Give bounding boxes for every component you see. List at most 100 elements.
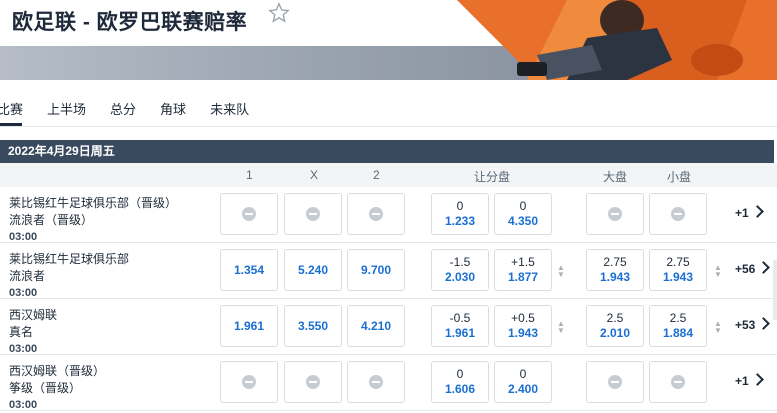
handicap-away-button[interactable]: +1.5 1.877 <box>494 249 552 291</box>
odds-value: 2.030 <box>444 270 476 284</box>
line-value: 0 <box>456 199 464 213</box>
tab-match[interactable]: 比赛 <box>0 99 23 118</box>
scrollbar[interactable] <box>773 260 777 320</box>
line-value: 0 <box>519 199 527 213</box>
more-markets-count: +53 <box>735 318 756 332</box>
odds-away-button[interactable]: 9.700 <box>347 249 405 291</box>
line-value: 2.75 <box>666 255 690 269</box>
col-header-over: 大盘 <box>603 170 628 184</box>
handicap-away-button[interactable]: 0 2.400 <box>494 361 552 403</box>
suspended-icon <box>306 207 320 221</box>
tabs-divider <box>0 126 777 127</box>
chevron-right-icon <box>750 205 764 218</box>
kickoff-time: 03:00 <box>9 343 38 355</box>
match-row: 莱比锡红牛足球俱乐部 流浪者 03:00 1.354 5.240 9.700 -1.… <box>0 243 777 299</box>
odds-value: 1.961 <box>444 326 476 340</box>
col-header-draw: X <box>310 168 319 182</box>
date-header: 2022年4月29日周五 <box>0 140 774 163</box>
odds-value: 1.354 <box>233 262 265 277</box>
odds-home-button[interactable]: 1.354 <box>220 249 278 291</box>
odds-draw-button[interactable]: 5.240 <box>284 249 342 291</box>
tab-corners[interactable]: 角球 <box>160 99 186 118</box>
handicap-home-button[interactable]: 0 1.606 <box>431 361 489 403</box>
home-team-name: 西汉姆联（晋级） <box>9 364 106 378</box>
odds-value: 2.010 <box>599 326 631 340</box>
tab-first-half[interactable]: 上半场 <box>47 99 86 118</box>
line-value: 0 <box>456 367 464 381</box>
odds-value: 1.884 <box>662 326 694 340</box>
suspended-icon <box>369 375 383 389</box>
odds-away-button-locked <box>347 361 405 403</box>
suspended-icon <box>306 375 320 389</box>
line-switch-icon[interactable]: ▲ ▼ <box>714 320 722 335</box>
chevron-right-icon <box>757 261 771 274</box>
odds-value: 1.943 <box>507 326 539 340</box>
more-markets-link[interactable]: +56 <box>735 261 771 276</box>
more-markets-count: +1 <box>735 206 749 220</box>
odds-draw-button-locked <box>284 193 342 235</box>
suspended-icon <box>369 207 383 221</box>
home-team-name: 莱比锡红牛足球俱乐部 <box>9 252 130 266</box>
odds-home-button[interactable]: 1.961 <box>220 305 278 347</box>
odds-home-button-locked <box>220 193 278 235</box>
odds-away-button[interactable]: 4.210 <box>347 305 405 347</box>
line-switch-icon[interactable]: ▲ ▼ <box>714 264 722 279</box>
suspended-icon <box>242 207 256 221</box>
odds-value: 1.233 <box>444 214 476 228</box>
handicap-away-button[interactable]: 0 4.350 <box>494 193 552 235</box>
under-button[interactable]: 2.5 1.884 <box>649 305 707 347</box>
over-button-locked <box>586 193 644 235</box>
handicap-away-button[interactable]: +0.5 1.943 <box>494 305 552 347</box>
odds-value: 9.700 <box>360 262 392 277</box>
under-button-locked <box>649 193 707 235</box>
player-banner-image <box>457 0 777 80</box>
line-value: 2.5 <box>606 311 624 325</box>
match-row: 莱比锡红牛足球俱乐部（晋级） 流浪者（晋级） 03:00 0 1.233 0 4.3… <box>0 187 777 243</box>
odds-value: 5.240 <box>297 262 329 277</box>
col-header-home: 1 <box>246 168 253 182</box>
odds-value: 4.350 <box>507 214 539 228</box>
kickoff-time: 03:00 <box>9 287 38 299</box>
more-markets-link[interactable]: +53 <box>735 317 771 332</box>
market-tabs: 比赛 上半场 总分 角球 未来队 <box>0 96 273 120</box>
handicap-switch-icon[interactable]: ▲ ▼ <box>557 320 565 335</box>
over-button[interactable]: 2.75 1.943 <box>586 249 644 291</box>
under-button-locked <box>649 361 707 403</box>
col-header-handicap: 让分盘 <box>474 170 511 184</box>
handicap-switch-icon[interactable]: ▲ ▼ <box>557 264 565 279</box>
away-team-name: 流浪者 <box>9 269 46 283</box>
odds-draw-button-locked <box>284 361 342 403</box>
line-value: 0 <box>519 367 527 381</box>
suspended-icon <box>608 375 622 389</box>
odds-home-button-locked <box>220 361 278 403</box>
odds-value: 2.400 <box>507 382 539 396</box>
chevron-right-icon <box>757 317 771 330</box>
kickoff-time: 03:00 <box>9 399 38 411</box>
page-title: 欧足联 - 欧罗巴联赛赔率 <box>12 11 248 34</box>
more-markets-link[interactable]: +1 <box>735 205 764 220</box>
tab-outrights[interactable]: 未来队 <box>210 99 249 118</box>
more-markets-count: +1 <box>735 374 749 388</box>
suspended-icon <box>671 375 685 389</box>
match-row: 西汉姆联 真名 03:00 1.961 3.550 4.210 -0.5 1.961… <box>0 299 777 355</box>
line-value: +1.5 <box>511 255 535 269</box>
away-team-name: 筝级（晋级） <box>9 381 82 395</box>
odds-value: 3.550 <box>297 318 329 333</box>
odds-value: 1.943 <box>662 270 694 284</box>
header-banner: 欧足联 - 欧罗巴联赛赔率 <box>0 0 777 80</box>
odds-value: 4.210 <box>360 318 392 333</box>
favorite-star-icon[interactable] <box>268 2 290 24</box>
over-button[interactable]: 2.5 2.010 <box>586 305 644 347</box>
odds-value: 1.606 <box>444 382 476 396</box>
suspended-icon <box>608 207 622 221</box>
match-row: 西汉姆联（晋级） 筝级（晋级） 03:00 0 1.606 0 2.400 +1 <box>0 355 777 411</box>
odds-draw-button[interactable]: 3.550 <box>284 305 342 347</box>
under-button[interactable]: 2.75 1.943 <box>649 249 707 291</box>
handicap-home-button[interactable]: -0.5 1.961 <box>431 305 489 347</box>
odds-value: 1.877 <box>507 270 539 284</box>
tab-totals[interactable]: 总分 <box>110 99 136 118</box>
handicap-home-button[interactable]: 0 1.233 <box>431 193 489 235</box>
col-header-under: 小盘 <box>667 170 692 184</box>
handicap-home-button[interactable]: -1.5 2.030 <box>431 249 489 291</box>
more-markets-link[interactable]: +1 <box>735 373 764 388</box>
